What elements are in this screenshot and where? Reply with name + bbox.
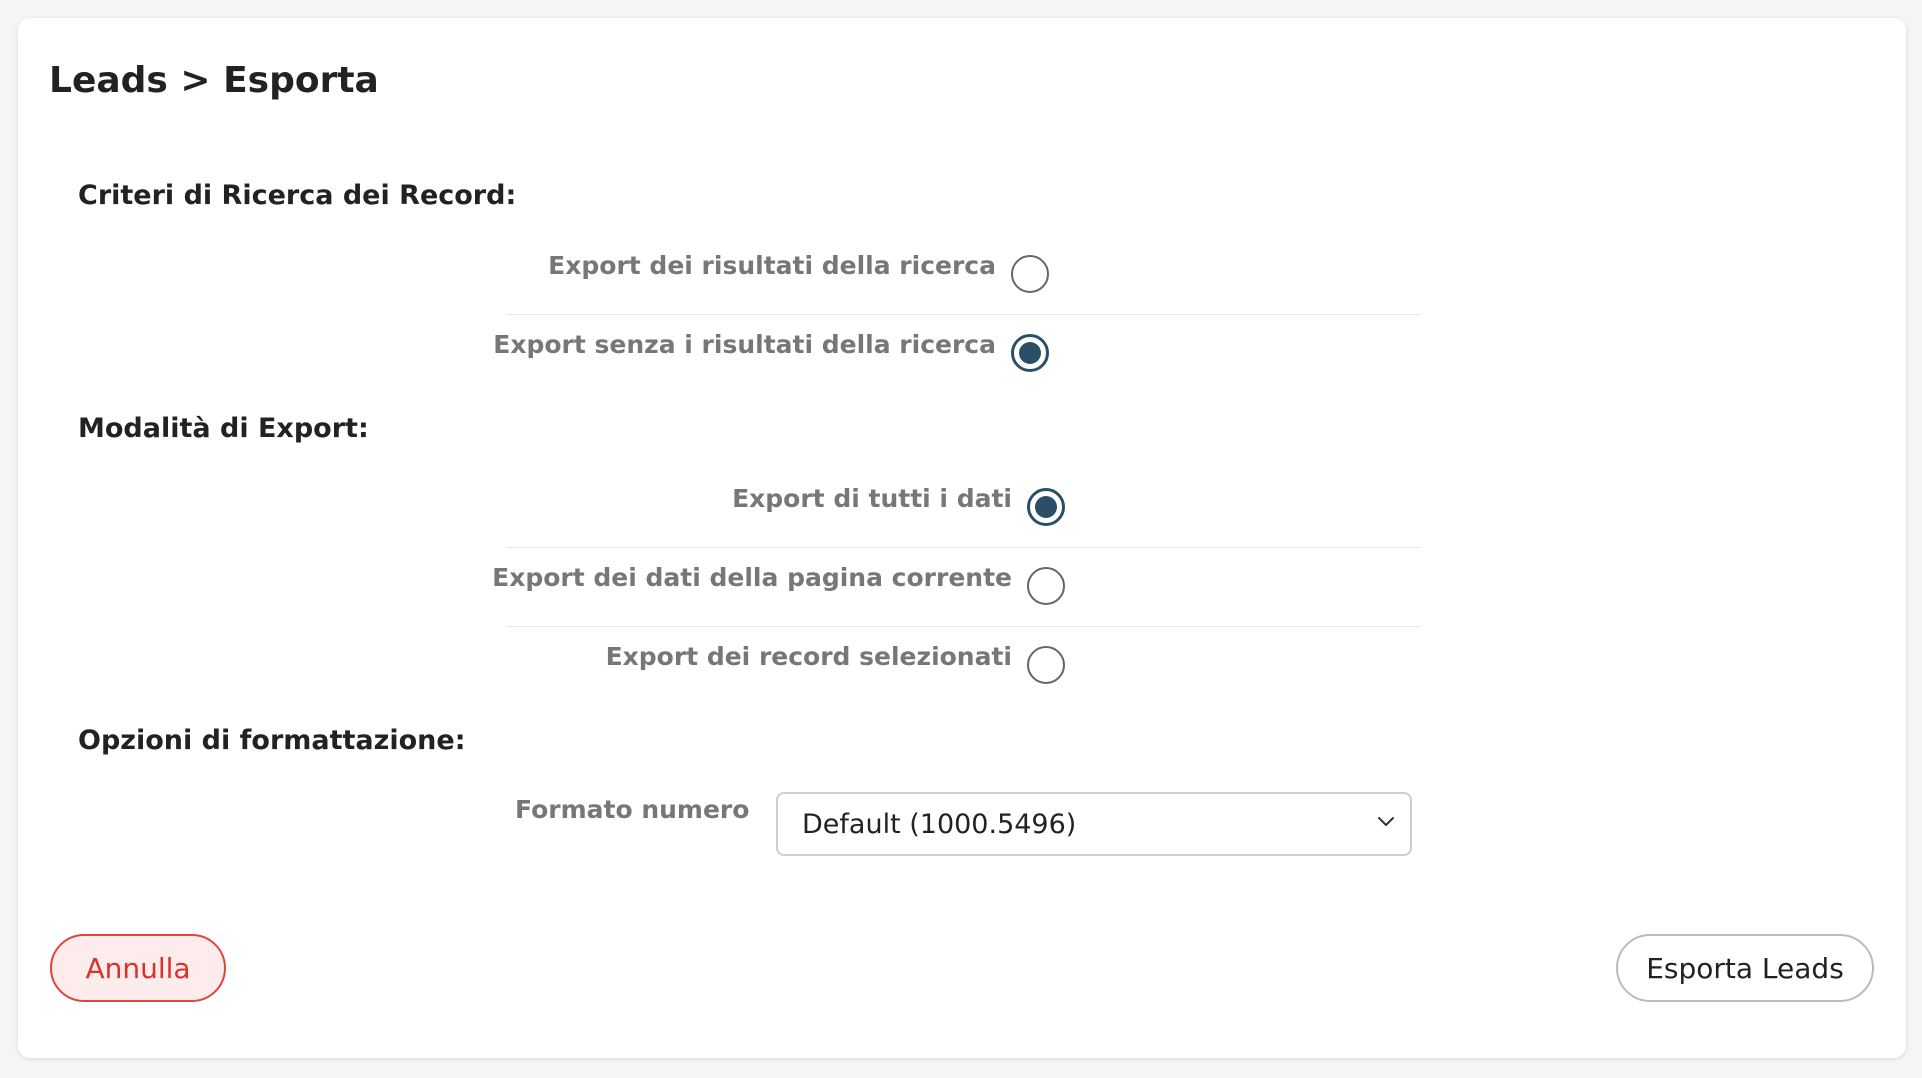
number-format-select[interactable]: Default (1000.5496) xyxy=(776,792,1412,856)
divider xyxy=(506,626,1420,627)
radio-current-page[interactable] xyxy=(1027,567,1065,605)
formatting-title: Opzioni di formattazione: xyxy=(78,725,466,756)
option-label-current-page: Export dei dati della pagina corrente xyxy=(492,563,1012,592)
option-label-all-data: Export di tutti i dati xyxy=(732,484,1012,513)
export-card: Leads > Esporta Criteri di Ricerca dei R… xyxy=(18,18,1906,1058)
option-label-no-search-results: Export senza i risultati della ricerca xyxy=(493,330,996,359)
radio-all-data[interactable] xyxy=(1027,488,1065,526)
chevron-down-icon xyxy=(1378,817,1394,826)
export-leads-button[interactable]: Esporta Leads xyxy=(1616,934,1874,1002)
number-format-value: Default (1000.5496) xyxy=(802,809,1077,840)
radio-selected-records[interactable] xyxy=(1027,646,1065,684)
page-title: Leads > Esporta xyxy=(49,60,379,101)
number-format-label: Formato numero xyxy=(515,795,750,824)
radio-search-results[interactable] xyxy=(1011,255,1049,293)
radio-no-search-results[interactable] xyxy=(1011,334,1049,372)
divider xyxy=(506,547,1420,548)
search-criteria-title: Criteri di Ricerca dei Record: xyxy=(78,180,517,211)
option-label-search-results: Export dei risultati della ricerca xyxy=(548,251,996,280)
option-label-selected-records: Export dei record selezionati xyxy=(605,642,1012,671)
divider xyxy=(506,314,1420,315)
export-mode-title: Modalità di Export: xyxy=(78,413,369,444)
cancel-button[interactable]: Annulla xyxy=(50,934,226,1002)
